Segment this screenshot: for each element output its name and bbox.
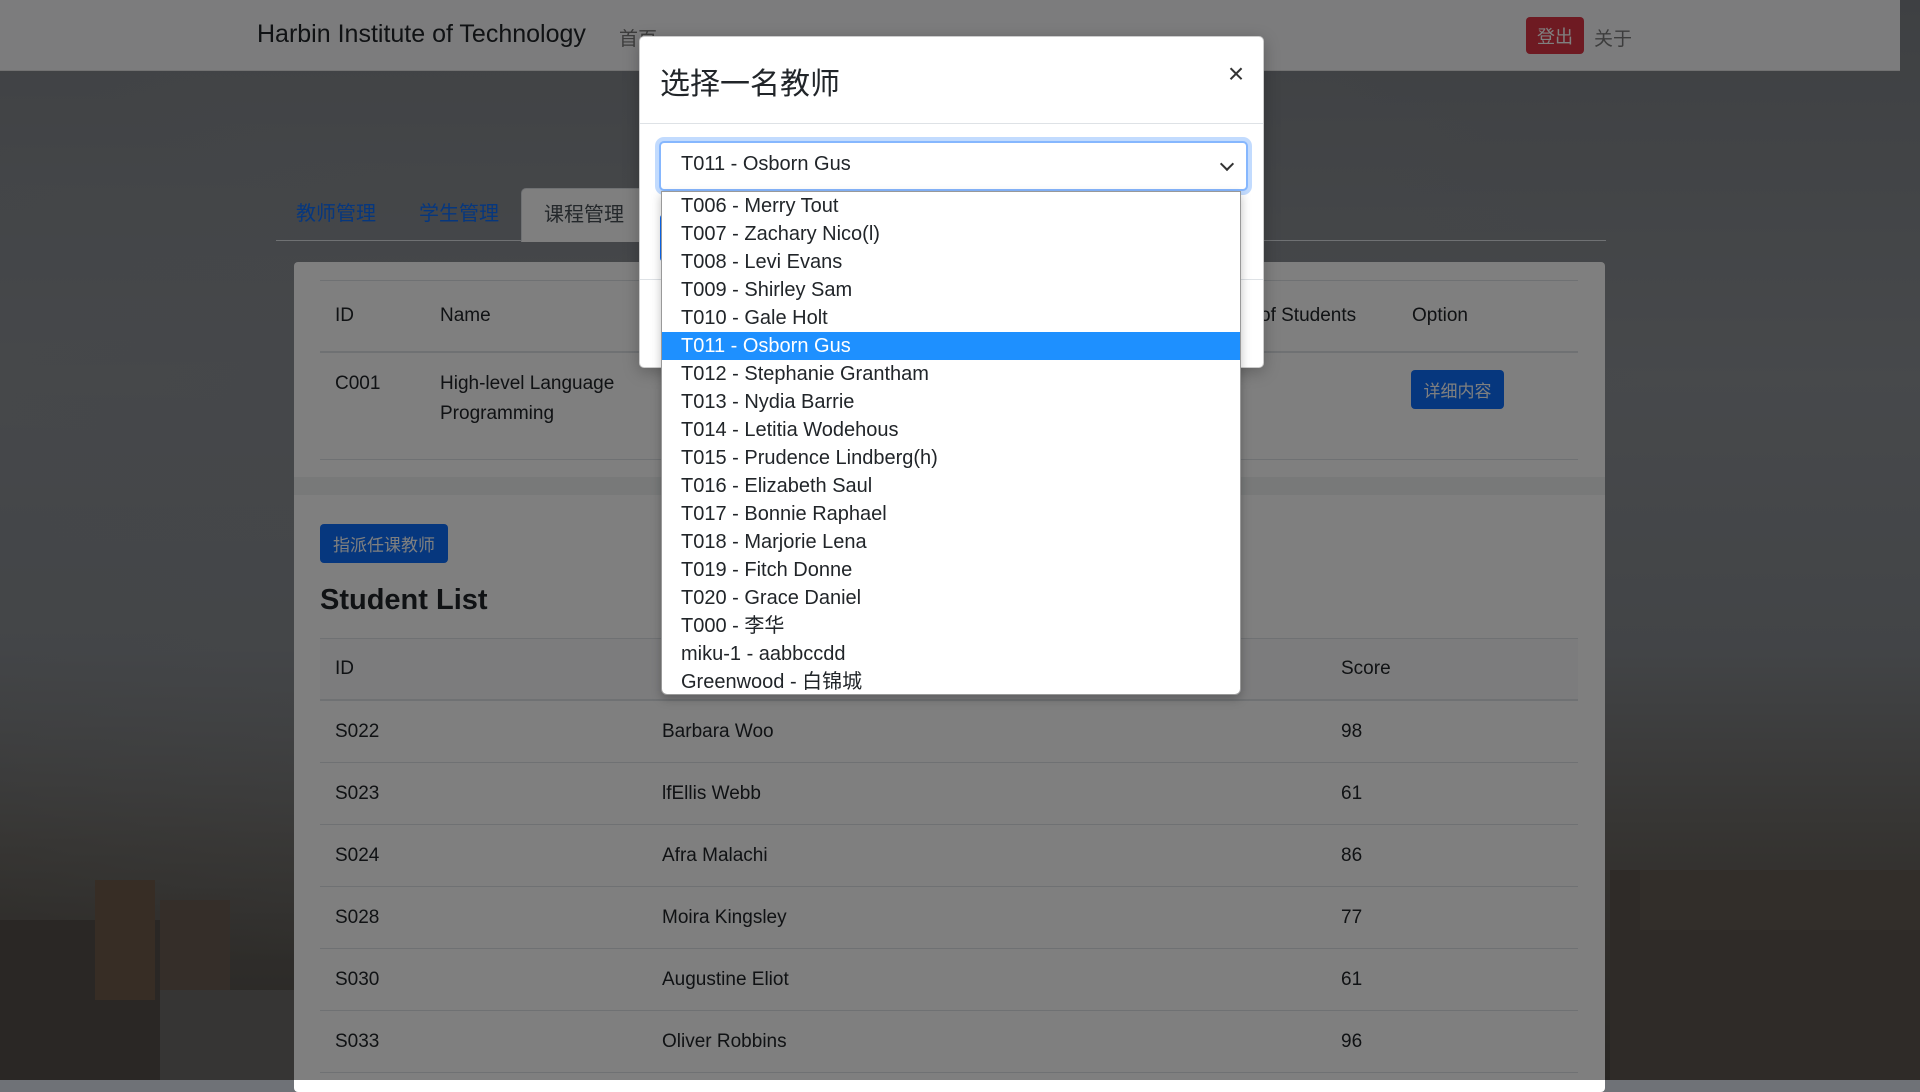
teacher-select[interactable]: T011 - Osborn Gus [659,141,1248,191]
modal-title: 选择一名教师 [660,68,840,101]
teacher-option[interactable]: T014 - Letitia Wodehous [662,416,1240,444]
teacher-option[interactable]: T019 - Fitch Donne [662,556,1240,584]
teacher-option[interactable]: miku-1 - aabbccdd [662,640,1240,668]
teacher-option[interactable]: T009 - Shirley Sam [662,276,1240,304]
chevron-down-icon [1219,156,1235,172]
modal-header: 选择一名教师 × [640,37,1263,124]
teacher-option[interactable]: T018 - Marjorie Lena [662,528,1240,556]
teacher-option[interactable]: T015 - Prudence Lindberg(h) [662,444,1240,472]
teacher-option[interactable]: T006 - Merry Tout [662,192,1240,220]
teacher-option[interactable]: T013 - Nydia Barrie [662,388,1240,416]
teacher-option[interactable]: T008 - Levi Evans [662,248,1240,276]
teacher-option[interactable]: T007 - Zachary Nico(l) [662,220,1240,248]
teacher-option[interactable]: T010 - Gale Holt [662,304,1240,332]
teacher-option[interactable]: T017 - Bonnie Raphael [662,500,1240,528]
teacher-option[interactable]: T000 - 李华 [662,612,1240,640]
teacher-option[interactable]: Greenwood - 白锦城 [662,668,1240,694]
teacher-option[interactable]: T012 - Stephanie Grantham [662,360,1240,388]
teacher-option[interactable]: T020 - Grace Daniel [662,584,1240,612]
teacher-option[interactable]: T011 - Osborn Gus [662,332,1240,360]
select-current-value: T011 - Osborn Gus [681,153,851,175]
teacher-option[interactable]: T016 - Elizabeth Saul [662,472,1240,500]
teacher-dropdown-list: T006 - Merry Tout T007 - Zachary Nico(l) T… [661,191,1241,695]
close-icon[interactable]: × [1219,57,1253,91]
